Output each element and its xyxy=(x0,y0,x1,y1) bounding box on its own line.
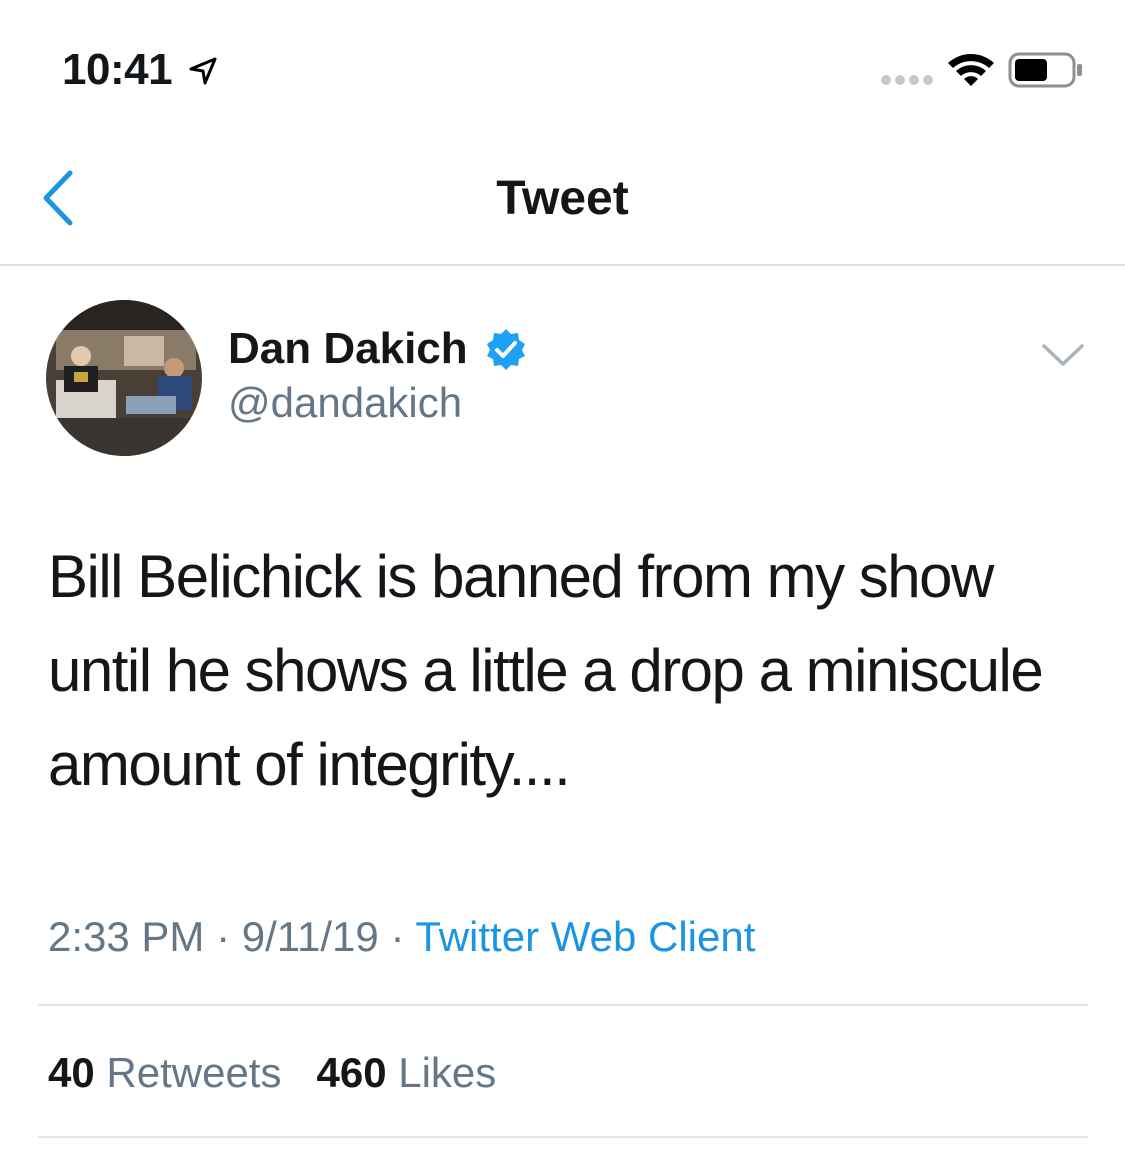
more-options-button[interactable] xyxy=(1040,340,1086,370)
author-handle[interactable]: @dandakich xyxy=(228,378,462,428)
divider xyxy=(38,1136,1088,1138)
likes-count: 460 xyxy=(316,1049,387,1096)
cellular-dots-icon xyxy=(881,75,933,85)
avatar-photo xyxy=(46,300,202,456)
meta-separator: · xyxy=(216,913,231,960)
retweets-count: 40 xyxy=(48,1049,95,1096)
author-display-name[interactable]: Dan Dakich xyxy=(228,324,468,374)
meta-separator: · xyxy=(390,913,405,960)
retweets-label: Retweets xyxy=(106,1049,282,1096)
status-time: 10:41 xyxy=(62,45,173,94)
tweet-stats: 40 Retweets 460 Likes xyxy=(48,1046,496,1100)
nav-divider xyxy=(0,264,1125,266)
location-arrow-icon xyxy=(189,57,217,85)
chevron-down-icon xyxy=(1042,344,1084,366)
page-title: Tweet xyxy=(496,172,629,225)
tweet-source-link[interactable]: Twitter Web Client xyxy=(415,913,755,960)
retweets-stat[interactable]: 40 Retweets xyxy=(48,1049,293,1096)
likes-stat[interactable]: 460 Likes xyxy=(316,1049,496,1096)
tweet-text: Bill Belichick is banned from my show un… xyxy=(48,543,1044,798)
tweet-date: 9/11/19 xyxy=(241,913,379,960)
tweet-time: 2:33 PM xyxy=(48,913,205,960)
verified-badge-icon xyxy=(487,329,525,370)
divider xyxy=(38,1004,1088,1006)
wifi-icon xyxy=(948,54,994,86)
avatar[interactable] xyxy=(46,300,202,456)
battery-icon xyxy=(1008,52,1082,88)
likes-label: Likes xyxy=(398,1049,497,1096)
tweet-meta: 2:33 PM · 9/11/19 · Twitter Web Client xyxy=(48,910,755,964)
